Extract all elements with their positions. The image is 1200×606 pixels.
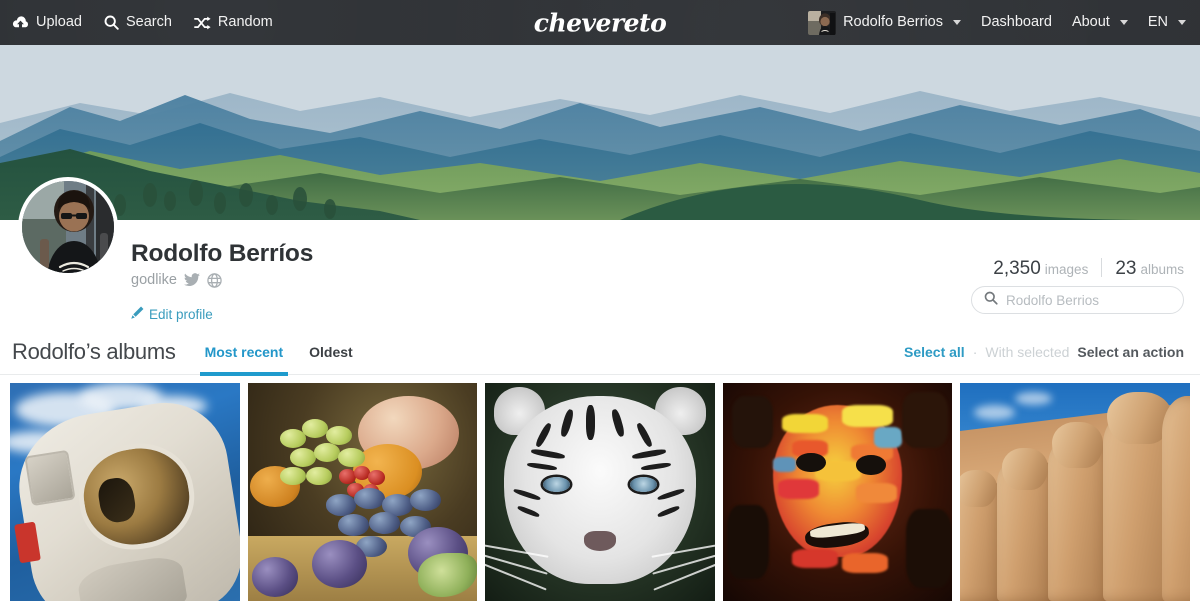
nav-user-label: Rodolfo Berrios bbox=[843, 14, 943, 31]
album-card[interactable] bbox=[960, 383, 1190, 601]
navbar-left-group: Upload Search Random bbox=[0, 15, 273, 30]
nav-random-button[interactable]: Random bbox=[193, 14, 273, 31]
twitter-icon[interactable] bbox=[183, 273, 200, 287]
albums-grid bbox=[0, 375, 1200, 601]
albums-sort-tabs: Most recent Oldest bbox=[192, 330, 366, 376]
white-tiger-thumbnail bbox=[485, 383, 715, 601]
fruit-still-life-thumbnail bbox=[247, 383, 478, 601]
images-count: 2,350 bbox=[993, 258, 1041, 279]
avatar bbox=[808, 10, 837, 35]
search-icon bbox=[104, 15, 119, 30]
tab-oldest[interactable]: Oldest bbox=[296, 330, 366, 375]
pencil-icon bbox=[131, 306, 144, 322]
shuffle-icon bbox=[193, 16, 211, 30]
nav-language-menu[interactable]: EN bbox=[1148, 15, 1186, 30]
album-card[interactable] bbox=[10, 383, 240, 601]
nav-about-label: About bbox=[1071, 14, 1110, 31]
separator-dot: · bbox=[972, 344, 978, 360]
albums-label: albums bbox=[1140, 262, 1184, 277]
edit-profile-link[interactable]: Edit profile bbox=[131, 306, 213, 322]
tab-oldest-label: Oldest bbox=[309, 344, 353, 360]
nav-user-menu[interactable]: Rodolfo Berrios bbox=[808, 10, 961, 35]
nav-search-label: Search bbox=[125, 14, 172, 31]
albums-count: 23 bbox=[1115, 258, 1137, 279]
stats-divider bbox=[1101, 258, 1103, 277]
nav-upload-label: Upload bbox=[36, 14, 82, 31]
mountain-landscape-illustration bbox=[0, 45, 1200, 220]
nav-dashboard-link[interactable]: Dashboard bbox=[981, 15, 1052, 30]
profile-header: Rodolfo Berríos godlike Edit profile 2,3… bbox=[0, 177, 1200, 330]
chevron-down-icon bbox=[1178, 20, 1186, 25]
edit-profile-label: Edit profile bbox=[149, 306, 213, 322]
tab-most-recent[interactable]: Most recent bbox=[192, 330, 297, 376]
top-navbar: Upload Search Random chevereto Rodolfo B… bbox=[0, 0, 1200, 45]
chevron-down-icon bbox=[953, 20, 961, 25]
albums-stat: 23 albums bbox=[1115, 258, 1184, 280]
albums-section-header: Rodolfo’s albums Most recent Oldest Sele… bbox=[0, 330, 1200, 376]
chevron-down-icon bbox=[1119, 20, 1128, 25]
nav-about-menu[interactable]: About bbox=[1072, 15, 1128, 30]
painted-portrait-thumbnail bbox=[722, 383, 953, 601]
navbar-right-group: Rodolfo Berrios Dashboard About EN bbox=[808, 10, 1200, 35]
profile-search-box[interactable] bbox=[971, 286, 1184, 314]
profile-cover-banner bbox=[0, 45, 1200, 220]
select-an-action-dropdown[interactable]: Select an action bbox=[1077, 344, 1184, 360]
nav-random-label: Random bbox=[217, 14, 273, 31]
nav-search-button[interactable]: Search bbox=[104, 15, 172, 30]
astronaut-spacewalk-thumbnail bbox=[10, 383, 240, 601]
page-title: Rodolfo’s albums bbox=[12, 339, 176, 364]
globe-icon[interactable] bbox=[207, 272, 222, 288]
profile-stats: 2,350 images 23 albums bbox=[993, 255, 1184, 280]
nav-language-label: EN bbox=[1147, 14, 1168, 31]
album-card[interactable] bbox=[485, 383, 715, 601]
images-label: images bbox=[1044, 262, 1089, 277]
album-card[interactable] bbox=[247, 383, 478, 601]
profile-avatar[interactable] bbox=[18, 177, 118, 277]
select-all-link[interactable]: Select all bbox=[904, 344, 965, 360]
album-card[interactable] bbox=[722, 383, 953, 601]
profile-display-name: Rodolfo Berríos bbox=[131, 240, 314, 267]
nav-upload-button[interactable]: Upload bbox=[12, 15, 82, 30]
images-stat: 2,350 images bbox=[993, 258, 1088, 280]
cloud-upload-icon bbox=[12, 15, 29, 30]
profile-search-input[interactable] bbox=[1006, 292, 1171, 308]
profile-handle: godlike bbox=[131, 272, 177, 288]
search-icon bbox=[984, 291, 998, 310]
tab-most-recent-label: Most recent bbox=[204, 344, 284, 360]
profile-handle-row: godlike bbox=[131, 272, 222, 288]
egyptian-statues-thumbnail bbox=[960, 383, 1190, 601]
with-selected-label: With selected bbox=[985, 344, 1070, 360]
nav-dashboard-label: Dashboard bbox=[981, 14, 1052, 31]
site-logo[interactable]: chevereto bbox=[534, 8, 667, 37]
selection-controls: Select all · With selected Select an act… bbox=[904, 344, 1184, 360]
